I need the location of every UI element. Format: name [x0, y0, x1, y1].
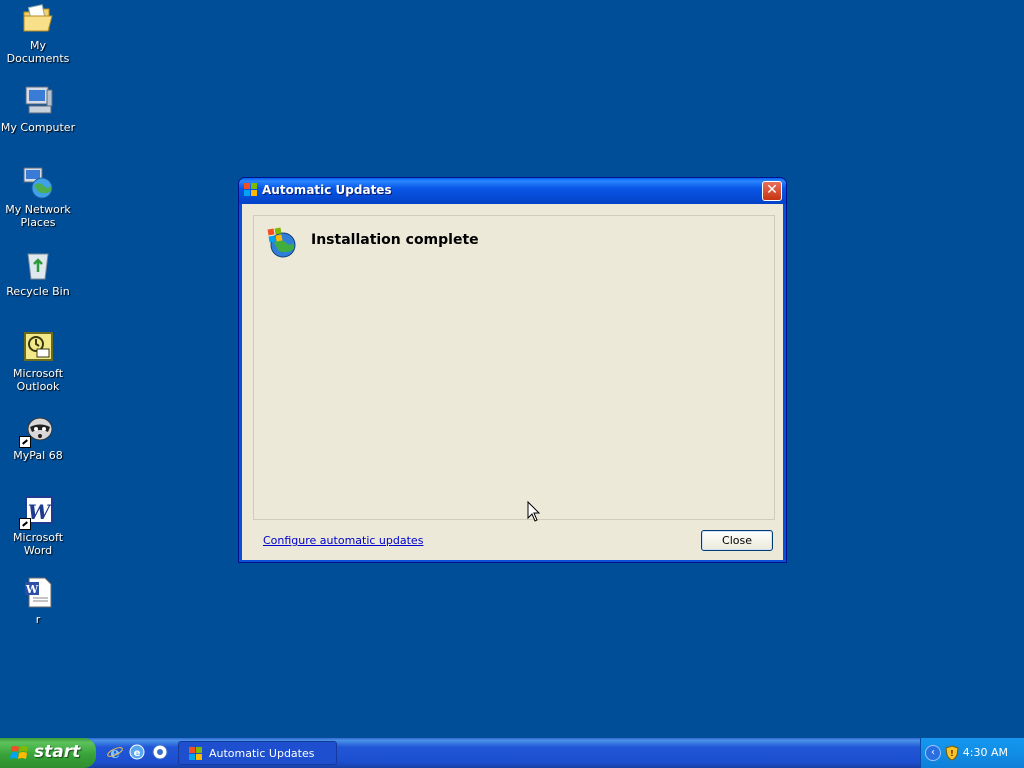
desktop: My Documents My Computer My Network Plac… — [0, 0, 1024, 738]
desktop-icon-my-computer[interactable]: My Computer — [0, 84, 76, 134]
svg-text:e: e — [110, 744, 120, 760]
windows-flag-icon — [243, 182, 259, 198]
windows-logo-icon — [10, 744, 29, 762]
recycle-bin-icon — [21, 248, 55, 282]
dialog-title: Automatic Updates — [262, 183, 392, 197]
svg-text:e: e — [134, 748, 141, 759]
automatic-updates-dialog: Automatic Updates ✕ Installation complet… — [238, 177, 787, 563]
taskbar: start e e Automatic Updates ‹ ! 4:30 AM — [0, 738, 1024, 768]
folder-documents-icon — [21, 2, 55, 36]
desktop-icon-label: Microsoft Word — [12, 531, 64, 557]
desktop-icon-label: r — [35, 613, 41, 626]
desktop-icon-label: My Network Places — [5, 203, 71, 229]
show-hidden-icons-chevron-icon[interactable]: ‹ — [925, 745, 941, 761]
security-shield-icon[interactable]: ! — [945, 745, 959, 761]
installation-status-heading: Installation complete — [311, 232, 479, 248]
desktop-icon-microsoft-word[interactable]: W Microsoft Word — [0, 494, 76, 557]
start-label: start — [34, 742, 81, 762]
dialog-titlebar[interactable]: Automatic Updates ✕ — [239, 178, 786, 204]
shortcut-arrow-icon — [19, 436, 31, 448]
content-panel: Installation complete — [253, 215, 775, 520]
desktop-icon-recycle-bin[interactable]: Recycle Bin — [0, 248, 76, 298]
internet-explorer-icon[interactable]: e — [107, 744, 123, 762]
desktop-icon-my-network-places[interactable]: My Network Places — [0, 166, 76, 229]
taskbar-button-automatic-updates[interactable]: Automatic Updates — [178, 741, 337, 765]
shortcut-arrow-icon — [19, 518, 31, 530]
windows-update-globe-icon — [265, 226, 297, 258]
desktop-icon-label: MyPal 68 — [13, 449, 63, 462]
system-tray: ‹ ! 4:30 AM — [920, 738, 1024, 768]
taskbar-button-label: Automatic Updates — [209, 747, 315, 760]
desktop-icon-label: Recycle Bin — [6, 285, 70, 298]
desktop-icon-label: My Documents — [6, 39, 70, 65]
desktop-icon-r-document[interactable]: W r — [0, 576, 76, 626]
word-icon: W — [19, 494, 55, 530]
desktop-icon-my-documents[interactable]: My Documents — [0, 2, 76, 65]
mouse-cursor-icon — [527, 500, 541, 523]
desktop-icon-microsoft-outlook[interactable]: Microsoft Outlook — [0, 330, 76, 393]
svg-text:W: W — [25, 583, 39, 596]
start-button[interactable]: start — [0, 738, 96, 768]
raccoon-icon — [19, 412, 55, 448]
dialog-client: Installation complete Configure automati… — [242, 204, 783, 560]
close-button[interactable]: Close — [701, 530, 773, 551]
computer-icon — [21, 84, 55, 118]
windows-flag-icon — [188, 746, 204, 762]
outlook-express-icon[interactable]: e — [129, 744, 145, 760]
close-icon: ✕ — [766, 182, 778, 198]
svg-text:!: ! — [950, 749, 954, 758]
desktop-icon-mypal-68[interactable]: MyPal 68 — [0, 412, 76, 462]
desktop-icon-label: Microsoft Outlook — [12, 367, 64, 393]
desktop-icon-label: My Computer — [0, 121, 76, 134]
outlook-icon — [21, 330, 55, 364]
title-close-button[interactable]: ✕ — [762, 181, 782, 201]
taskbar-clock[interactable]: 4:30 AM — [963, 746, 1008, 759]
media-player-icon[interactable] — [152, 744, 168, 760]
svg-text:W: W — [28, 500, 53, 524]
network-globe-icon — [21, 166, 55, 200]
configure-updates-link[interactable]: Configure automatic updates — [263, 534, 423, 547]
word-document-icon: W — [21, 576, 55, 610]
